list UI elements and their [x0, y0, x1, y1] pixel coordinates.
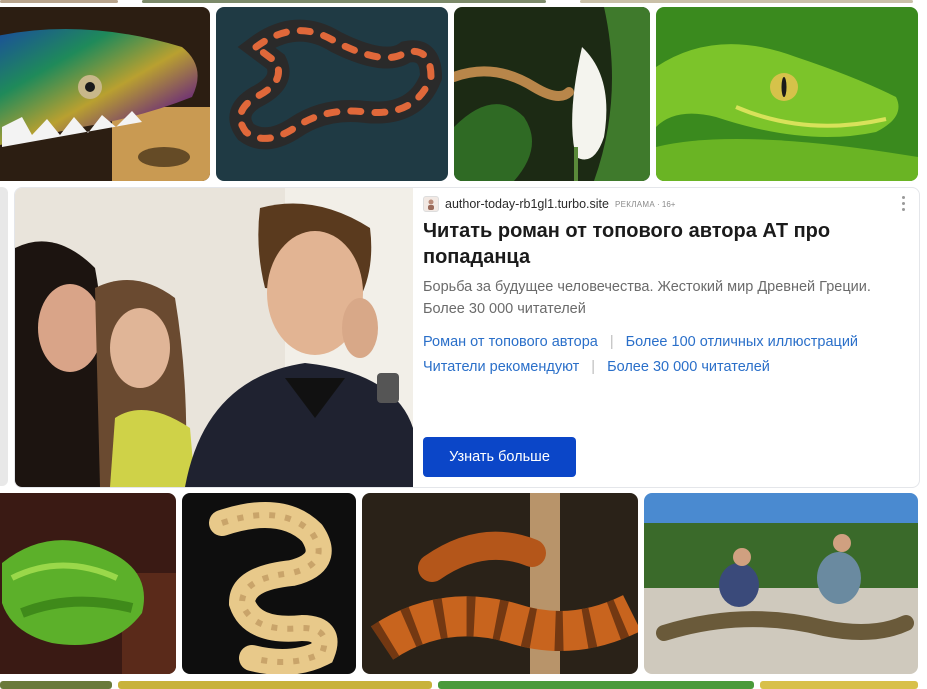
image-result-tile[interactable]: [656, 7, 918, 181]
sitelink[interactable]: Более 30 000 читателей: [607, 359, 770, 375]
ad-label: РЕКЛАМА: [614, 199, 656, 209]
age-rating: · 16+: [657, 199, 676, 209]
image-result-tile[interactable]: [0, 187, 8, 486]
ad-source-row: author-today-rb1gl1.turbo.site РЕКЛАМА ·…: [423, 194, 675, 214]
ad-body: author-today-rb1gl1.turbo.site РЕКЛАМА ·…: [423, 188, 919, 487]
next-row-tile-strip[interactable]: [438, 681, 754, 689]
sitelink[interactable]: Читатели рекомендуют: [423, 359, 579, 375]
next-row-tile-strip[interactable]: [760, 681, 918, 689]
prev-row-tile-strip[interactable]: [0, 0, 118, 3]
prev-row-tile-strip[interactable]: [142, 0, 546, 3]
image-result-tile[interactable]: [644, 493, 918, 674]
favicon-icon: [423, 196, 439, 212]
ad-image[interactable]: [15, 188, 413, 487]
link-separator: |: [591, 359, 596, 375]
next-row-tile-strip[interactable]: [118, 681, 432, 689]
sitelink[interactable]: Роман от топового автора: [423, 334, 598, 350]
more-options-icon[interactable]: [897, 194, 909, 212]
image-result-tile[interactable]: [454, 7, 650, 181]
image-result-tile[interactable]: [362, 493, 638, 674]
image-result-tile[interactable]: [0, 7, 210, 181]
image-result-tile[interactable]: [0, 493, 176, 674]
ad-domain[interactable]: author-today-rb1gl1.turbo.site: [445, 197, 609, 211]
link-separator: |: [609, 334, 614, 350]
sitelink[interactable]: Более 100 отличных иллюстраций: [626, 334, 858, 350]
image-result-tile[interactable]: [216, 7, 448, 181]
ad-description: Борьба за будущее человечества. Жестокий…: [423, 279, 871, 317]
prev-row-tile-strip[interactable]: [580, 0, 913, 3]
ad-title[interactable]: Читать роман от топового автора АТ про п…: [423, 218, 843, 270]
ad-sitelinks: Роман от топового автора | Более 100 отлич…: [423, 330, 913, 380]
ad-card[interactable]: author-today-rb1gl1.turbo.site РЕКЛАМА ·…: [14, 187, 920, 488]
image-result-tile[interactable]: [182, 493, 356, 674]
learn-more-button[interactable]: Узнать больше: [423, 437, 576, 477]
next-row-tile-strip[interactable]: [0, 681, 112, 689]
